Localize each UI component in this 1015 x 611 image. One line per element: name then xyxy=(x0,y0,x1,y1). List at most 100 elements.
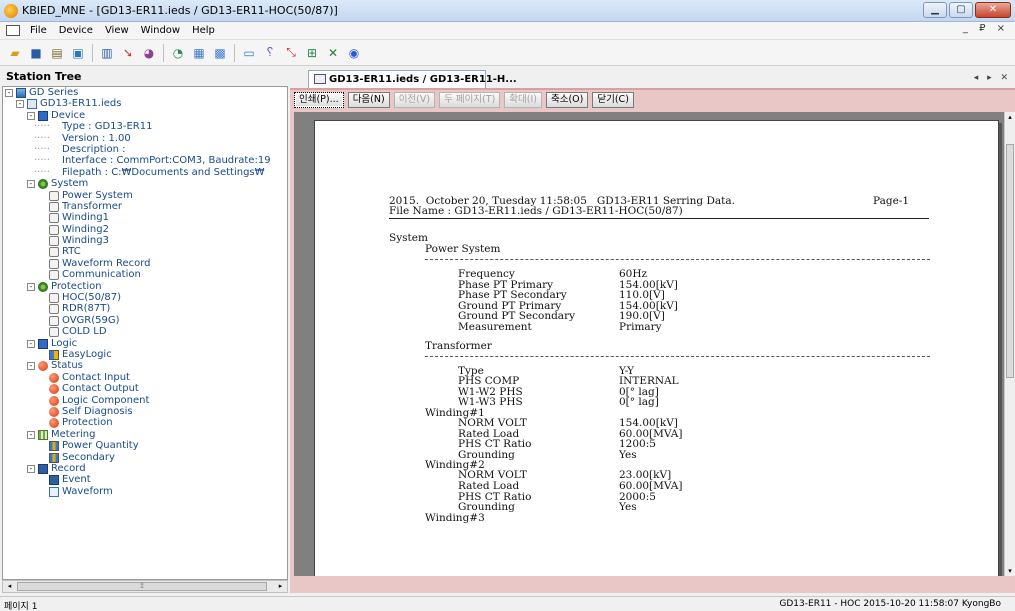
main-toolbar: ▰ ■ ▤ ▣ ▥ ➘ ◕ ◔ ▦ ▩ ▭ ␦ ⤡ ⊞ ✕ ◉ xyxy=(0,40,1015,66)
tree-item[interactable]: - Protection xyxy=(3,281,287,292)
tree-item[interactable]: HOC(50/87) xyxy=(3,292,287,304)
tree-item[interactable]: RDR(87T) xyxy=(3,303,287,315)
tree-node-icon xyxy=(49,315,59,326)
toolbar-separator xyxy=(163,43,164,62)
tree-item[interactable]: Winding2 xyxy=(3,224,287,235)
tree-item[interactable]: Contact Input xyxy=(3,372,287,383)
tree-item[interactable]: Power Quantity xyxy=(3,440,287,452)
report-page-number: Page-1 xyxy=(873,195,910,207)
tree-item[interactable]: RTC xyxy=(3,246,287,258)
report-subsection: Winding#3 xyxy=(425,511,485,524)
scroll-thumb[interactable] xyxy=(1006,144,1014,378)
collapse-icon[interactable]: - xyxy=(27,111,35,120)
tree-item[interactable]: Communication xyxy=(3,269,287,281)
print-preview-area[interactable]: 2015. October 20, Tuesday 11:58:05 GD13-… xyxy=(294,112,1004,576)
config-icon[interactable]: ▥ xyxy=(98,44,116,62)
preview-vertical-scrollbar[interactable]: ▴ ▾ xyxy=(1004,112,1015,576)
tree-item[interactable]: - System xyxy=(3,178,287,190)
preview-button[interactable]: 이전(V) xyxy=(393,92,436,108)
monitor-icon[interactable]: ▦ xyxy=(190,44,208,62)
preview-button[interactable]: 인쇄(P)... xyxy=(294,92,344,108)
maximize-button[interactable]: ▢ xyxy=(949,2,973,18)
collapse-icon[interactable]: - xyxy=(27,464,35,473)
tree-item[interactable]: Winding3 xyxy=(3,235,287,247)
tree-node-icon xyxy=(38,110,48,121)
delete-icon[interactable]: ✕ xyxy=(324,44,342,62)
open-folder-icon[interactable]: ▰ xyxy=(6,44,24,62)
tree-item[interactable]: Waveform xyxy=(3,486,287,497)
tree-node-icon xyxy=(49,384,59,395)
station-tree[interactable]: - GD Series - GD13-ER11.ieds - Device ····· Typ… xyxy=(2,86,288,580)
scroll-left-icon[interactable]: ◂ xyxy=(4,582,15,591)
preview-button[interactable]: 축소(O) xyxy=(546,92,589,108)
chart-icon[interactable]: ⤡ xyxy=(282,44,300,62)
collapse-icon[interactable]: - xyxy=(27,430,35,439)
new-device-icon[interactable]: ▤ xyxy=(48,44,66,62)
preview-button[interactable]: 두 페이지(T) xyxy=(439,92,501,108)
tree-item[interactable]: Waveform Record xyxy=(3,258,287,269)
tree-item[interactable]: OVGR(59G) xyxy=(3,315,287,326)
close-button[interactable]: ✕ xyxy=(975,2,1011,18)
collapse-icon[interactable]: - xyxy=(27,362,35,371)
tree-horizontal-scrollbar[interactable]: ◂ ⦙⦙ ▸ xyxy=(2,580,288,593)
preview-button[interactable]: 다음(N) xyxy=(347,92,390,108)
tree-item[interactable]: - GD Series xyxy=(3,87,287,98)
tree-item[interactable]: - GD13-ER11.ieds xyxy=(3,98,287,110)
network-icon[interactable]: ⊞ xyxy=(303,44,321,62)
collapse-icon[interactable]: - xyxy=(16,100,24,109)
menu-device[interactable]: Device xyxy=(59,25,93,36)
tree-item[interactable]: Event xyxy=(3,474,287,486)
collapse-icon[interactable]: - xyxy=(27,282,35,291)
tree-item-label: Power System xyxy=(62,189,133,201)
tree-item[interactable]: - Logic xyxy=(3,338,287,349)
tree-item[interactable]: Transformer xyxy=(3,201,287,212)
save-icon[interactable]: ■ xyxy=(27,44,45,62)
scroll-right-icon[interactable]: ▸ xyxy=(275,582,286,591)
tab-document[interactable]: GD13-ER11.ieds / GD13-ER11-H... xyxy=(308,70,517,88)
menu-view[interactable]: View xyxy=(105,25,129,36)
curve-icon[interactable]: ␦ xyxy=(261,44,279,62)
tree-item[interactable]: Logic Component xyxy=(3,395,287,406)
tree-item[interactable]: Winding1 xyxy=(3,212,287,224)
menu-help[interactable]: Help xyxy=(192,25,215,36)
read-icon[interactable]: ➘ xyxy=(119,44,137,62)
grid-icon[interactable]: ▩ xyxy=(211,44,229,62)
tree-item[interactable]: Protection xyxy=(3,417,287,429)
collapse-icon[interactable]: - xyxy=(5,89,13,97)
tree-item[interactable]: - Status xyxy=(3,360,287,372)
write-icon[interactable]: ◕ xyxy=(140,44,158,62)
menu-file[interactable]: File xyxy=(30,25,47,36)
tree-item[interactable]: ····· Version : 1.00 xyxy=(3,133,287,144)
preview-button[interactable]: 닫기(C) xyxy=(592,92,634,108)
tree-item[interactable]: - Record xyxy=(3,463,287,474)
toolbar-separator xyxy=(234,43,235,62)
collapse-icon[interactable]: - xyxy=(27,180,35,189)
tree-item[interactable]: ····· Interface : CommPort:COM3, Baudrate… xyxy=(3,155,287,166)
minimize-button[interactable]: ▁ xyxy=(923,2,947,18)
tree-item[interactable]: ····· Type : GD13-ER11 xyxy=(3,121,287,132)
window-icon[interactable]: ▭ xyxy=(240,44,258,62)
help-icon[interactable]: ◉ xyxy=(345,44,363,62)
tree-item[interactable]: Self Diagnosis xyxy=(3,406,287,417)
tree-item[interactable]: Contact Output xyxy=(3,383,287,395)
document-icon[interactable] xyxy=(6,25,20,36)
menu-window[interactable]: Window xyxy=(141,25,180,36)
tree-item[interactable]: COLD LD xyxy=(3,326,287,338)
collapse-icon[interactable]: - xyxy=(27,339,35,348)
tree-item[interactable]: Power System xyxy=(3,190,287,201)
setting-value: 60Hz xyxy=(619,268,648,280)
tree-item[interactable]: Secondary xyxy=(3,452,287,463)
tree-item[interactable]: - Metering xyxy=(3,429,287,440)
mdi-controls[interactable]: _ ₽ × xyxy=(963,23,1009,34)
tree-item[interactable]: ····· Description : xyxy=(3,144,287,155)
tree-item[interactable]: - Device xyxy=(3,110,287,121)
connect-icon[interactable]: ◔ xyxy=(169,44,187,62)
tree-item[interactable]: EasyLogic xyxy=(3,349,287,360)
tab-navigation[interactable]: ◂ ▸ ✕ xyxy=(974,73,1011,83)
scroll-down-icon[interactable]: ▾ xyxy=(1005,567,1015,575)
scroll-up-icon[interactable]: ▴ xyxy=(1005,113,1015,121)
scroll-thumb[interactable]: ⦙⦙ xyxy=(17,582,267,591)
station-icon[interactable]: ▣ xyxy=(69,44,87,62)
tree-item[interactable]: ····· Filepath : C:₩Documents and Setting… xyxy=(3,167,287,178)
preview-button[interactable]: 확대(I) xyxy=(504,92,542,108)
